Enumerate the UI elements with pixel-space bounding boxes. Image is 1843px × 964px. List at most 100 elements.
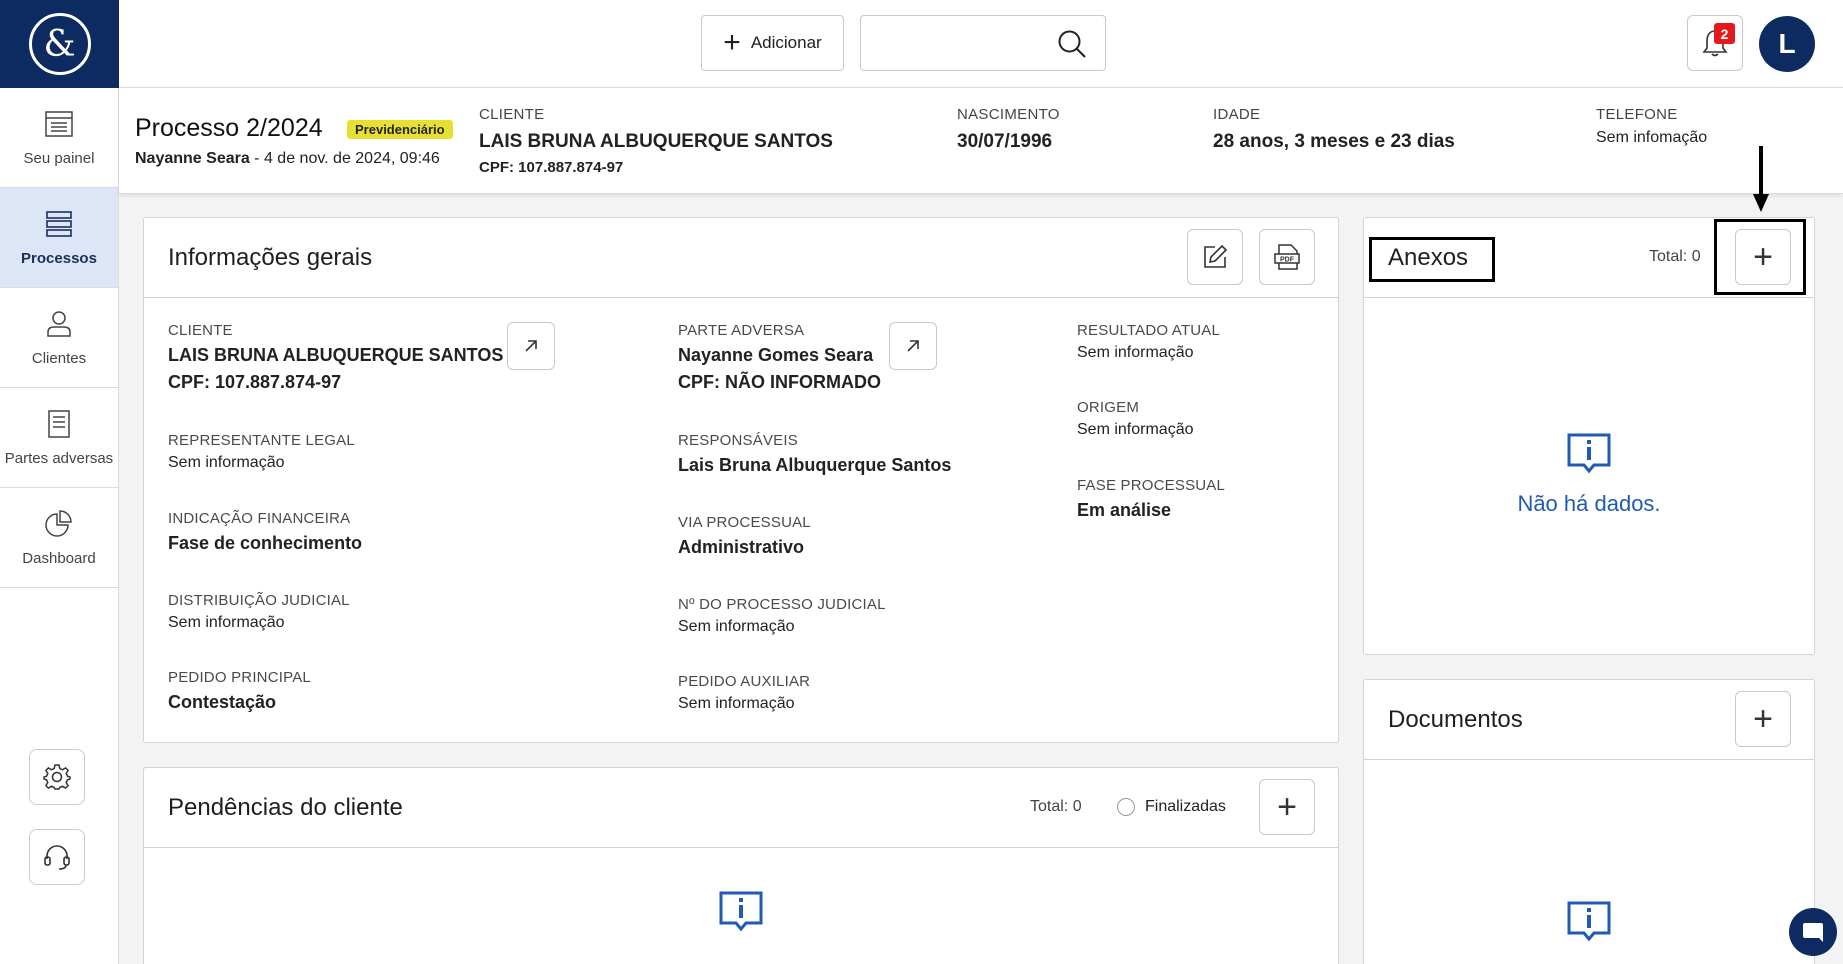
- header-phone-label: TELEFONE: [1596, 106, 1678, 123]
- edit-button[interactable]: [1187, 229, 1243, 285]
- open-adverse-party-button[interactable]: [889, 322, 937, 370]
- header-birth-label: NASCIMENTO: [957, 106, 1060, 123]
- attachments-empty-text: Não há dados.: [1517, 491, 1661, 516]
- add-document-button[interactable]: +: [1735, 691, 1791, 747]
- sidebar-item-seu-painel[interactable]: Seu painel: [0, 88, 118, 188]
- external-link-icon: [525, 340, 537, 352]
- field-label: PARTE ADVERSA: [678, 322, 805, 339]
- add-button[interactable]: + Adicionar: [701, 15, 844, 71]
- settings-button[interactable]: [29, 749, 85, 805]
- export-pdf-button[interactable]: PDF: [1259, 229, 1315, 285]
- pending-items-title: Pendências do cliente: [168, 794, 403, 821]
- sidebar-item-partes-adversas[interactable]: Partes adversas: [0, 388, 118, 488]
- field-cliente: CLIENTE LAIS BRUNA ALBUQUERQUE SANTOS CP…: [168, 322, 503, 393]
- field-label: CLIENTE: [168, 322, 233, 339]
- field-fase-processual: FASE PROCESSUAL Em análise: [1077, 477, 1225, 521]
- stack-icon: [46, 211, 72, 237]
- gear-icon: [43, 764, 71, 790]
- documents-empty-state: [1364, 900, 1814, 947]
- field-value: Sem informação: [168, 454, 285, 471]
- header-age-value: 28 anos, 3 meses e 23 dias: [1213, 131, 1455, 152]
- field-origem: ORIGEM Sem informação: [1077, 399, 1194, 439]
- search-input[interactable]: [860, 15, 1106, 71]
- field-value: Em análise: [1077, 500, 1172, 520]
- header-age-label: IDADE: [1213, 106, 1261, 123]
- info-message-icon: [1567, 901, 1611, 942]
- field-value: Sem informação: [1077, 344, 1194, 361]
- field-responsaveis: RESPONSÁVEIS Lais Bruna Albuquerque Sant…: [678, 432, 951, 476]
- logo-ampersand-icon: &: [28, 13, 91, 75]
- attachments-empty-state: Não há dados.: [1364, 432, 1814, 517]
- sidebar-item-dashboard[interactable]: Dashboard: [0, 488, 118, 588]
- pending-items-header: Pendências do cliente Total: 0 Finalizad…: [144, 768, 1338, 848]
- field-label: REPRESENTANTE LEGAL: [168, 432, 355, 449]
- process-header: Processo 2/2024 Previdenciário Nayanne S…: [119, 88, 1843, 194]
- process-created-date: - 4 de nov. de 2024, 09:46: [249, 150, 440, 167]
- sidebar-item-processos[interactable]: Processos: [0, 188, 118, 288]
- user-icon: [47, 311, 71, 337]
- header-client-name: LAIS BRUNA ALBUQUERQUE SANTOS: [479, 131, 833, 152]
- process-tag-badge: Previdenciário: [347, 120, 453, 139]
- pie-chart-icon: [45, 510, 72, 537]
- sidebar-item-clientes[interactable]: Clientes: [0, 288, 118, 388]
- field-label: RESULTADO ATUAL: [1077, 322, 1221, 339]
- info-message-icon: [719, 891, 763, 932]
- field-value: Sem informação: [1077, 421, 1194, 438]
- field-label: DISTRIBUIÇÃO JUDICIAL: [168, 592, 350, 609]
- chat-button[interactable]: [1789, 908, 1837, 956]
- header-age: IDADE 28 anos, 3 meses e 23 dias: [1213, 106, 1455, 153]
- sidebar-item-label: Dashboard: [22, 550, 96, 567]
- field-representante-legal: REPRESENTANTE LEGAL Sem informação: [168, 432, 355, 472]
- field-value: Sem informação: [678, 618, 795, 635]
- process-title: Processo 2/2024: [135, 114, 323, 142]
- attachments-total: Total: 0: [1649, 248, 1701, 265]
- field-resultado-atual: RESULTADO ATUAL Sem informação: [1077, 322, 1220, 362]
- sidebar-item-label: Seu painel: [23, 150, 95, 167]
- sidebar-item-label: Clientes: [31, 350, 87, 367]
- general-info-card: Informações gerais PDF CLIENTE LAIS BRUN…: [143, 217, 1339, 743]
- pending-total: Total: 0: [1030, 798, 1082, 815]
- add-pending-button[interactable]: +: [1259, 779, 1315, 835]
- annotation-highlight-add-button: [1714, 219, 1806, 295]
- header-client: CLIENTE LAIS BRUNA ALBUQUERQUE SANTOS CP…: [479, 106, 833, 176]
- notifications-button[interactable]: 2: [1687, 15, 1743, 71]
- header-client-cpf: CPF: 107.887.874-97: [479, 159, 624, 176]
- edit-icon: [1204, 244, 1228, 268]
- field-label: INDICAÇÃO FINANCEIRA: [168, 510, 351, 527]
- add-button-label: Adicionar: [750, 33, 822, 52]
- header-birth-value: 30/07/1996: [957, 131, 1053, 152]
- open-client-button[interactable]: [507, 322, 555, 370]
- process-meta: Nayanne Seara - 4 de nov. de 2024, 09:46: [135, 150, 440, 168]
- field-value: Contestação: [168, 692, 277, 712]
- field-label: PEDIDO AUXILIAR: [678, 673, 811, 690]
- top-bar: & + Adicionar 2 L: [0, 0, 1843, 88]
- chat-bubble-icon: [1803, 923, 1823, 942]
- field-value: Fase de conhecimento: [168, 533, 363, 553]
- logo[interactable]: &: [0, 0, 119, 88]
- field-label: PEDIDO PRINCIPAL: [168, 669, 311, 686]
- document-icon: [48, 410, 70, 438]
- annotation-highlight-title: [1369, 237, 1495, 282]
- support-button[interactable]: [29, 829, 85, 885]
- general-info-title: Informações gerais: [168, 244, 373, 271]
- search-icon[interactable]: [1057, 29, 1087, 59]
- general-info-header: Informações gerais PDF: [144, 218, 1338, 298]
- finalizadas-radio[interactable]: [1117, 798, 1135, 816]
- info-message-icon: [1567, 433, 1611, 474]
- header-phone: TELEFONE Sem infomação: [1596, 106, 1707, 147]
- pdf-icon: PDF: [1274, 244, 1300, 270]
- avatar[interactable]: L: [1759, 16, 1815, 72]
- field-value: Nayanne Gomes Seara: [678, 345, 874, 365]
- header-phone-value: Sem infomação: [1596, 129, 1708, 146]
- field-label: VIA PROCESSUAL: [678, 514, 811, 531]
- finalizadas-toggle[interactable]: Finalizadas: [1117, 798, 1226, 816]
- documents-title: Documentos: [1388, 706, 1523, 733]
- documents-card: Documentos +: [1363, 679, 1815, 964]
- pending-items-card: Pendências do cliente Total: 0 Finalizad…: [143, 767, 1339, 964]
- plus-icon: +: [723, 26, 741, 59]
- field-label: FASE PROCESSUAL: [1077, 477, 1226, 494]
- field-via-processual: VIA PROCESSUAL Administrativo: [678, 514, 811, 558]
- external-link-icon: [907, 340, 919, 352]
- field-value: Administrativo: [678, 537, 805, 557]
- sidebar: Seu painel Processos Clientes Partes adv…: [0, 88, 119, 964]
